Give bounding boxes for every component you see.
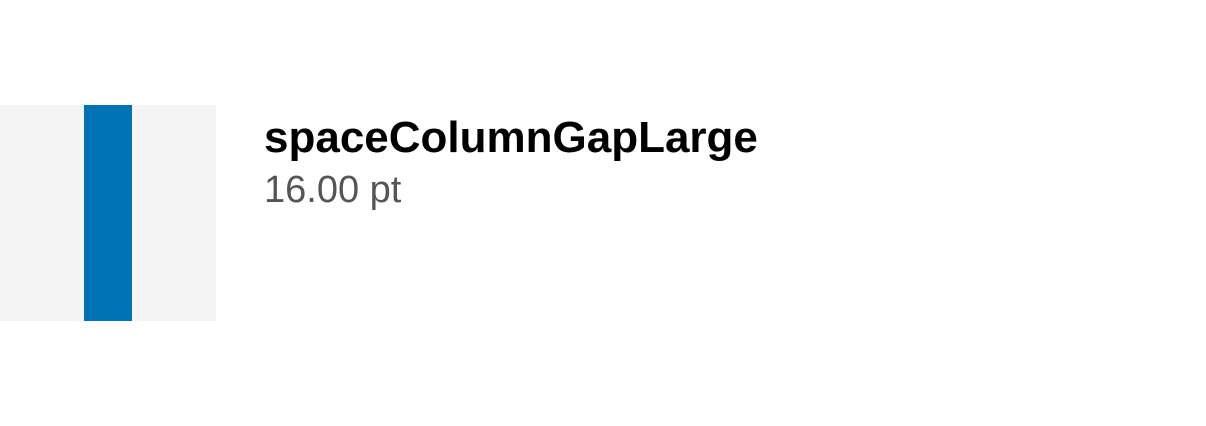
token-value: 16.00 pt (264, 169, 402, 211)
gap-bar (84, 105, 132, 321)
gap-swatch (0, 105, 216, 321)
token-card: spaceColumnGapLarge 16.00 pt (0, 105, 1206, 321)
token-name: spaceColumnGapLarge (264, 113, 758, 162)
